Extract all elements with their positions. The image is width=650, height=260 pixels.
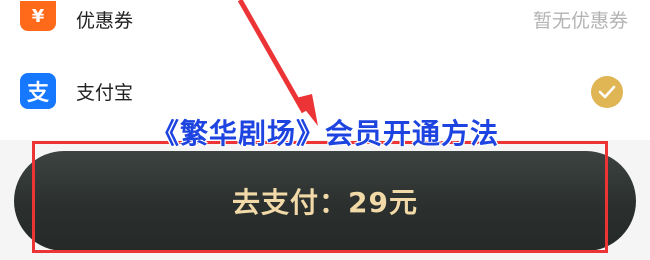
alipay-label: 支付宝 bbox=[76, 82, 134, 104]
coupon-label: 优惠券 bbox=[76, 10, 134, 32]
coupon-row[interactable]: ¥ 优惠券 暂无优惠券 bbox=[0, 0, 650, 42]
coupon-icon: ¥ bbox=[20, 1, 56, 31]
pay-button-label: 去支付：29元 bbox=[232, 186, 418, 219]
pay-button-container: 去支付：29元 bbox=[14, 151, 636, 251]
check-icon[interactable] bbox=[591, 76, 623, 108]
coupon-value: 暂无优惠券 bbox=[532, 10, 628, 32]
alipay-icon: 支 bbox=[20, 73, 56, 109]
pay-button[interactable]: 去支付：29元 bbox=[14, 151, 636, 251]
overlay-caption: 《繁华剧场》会员开通方法 bbox=[150, 117, 499, 150]
